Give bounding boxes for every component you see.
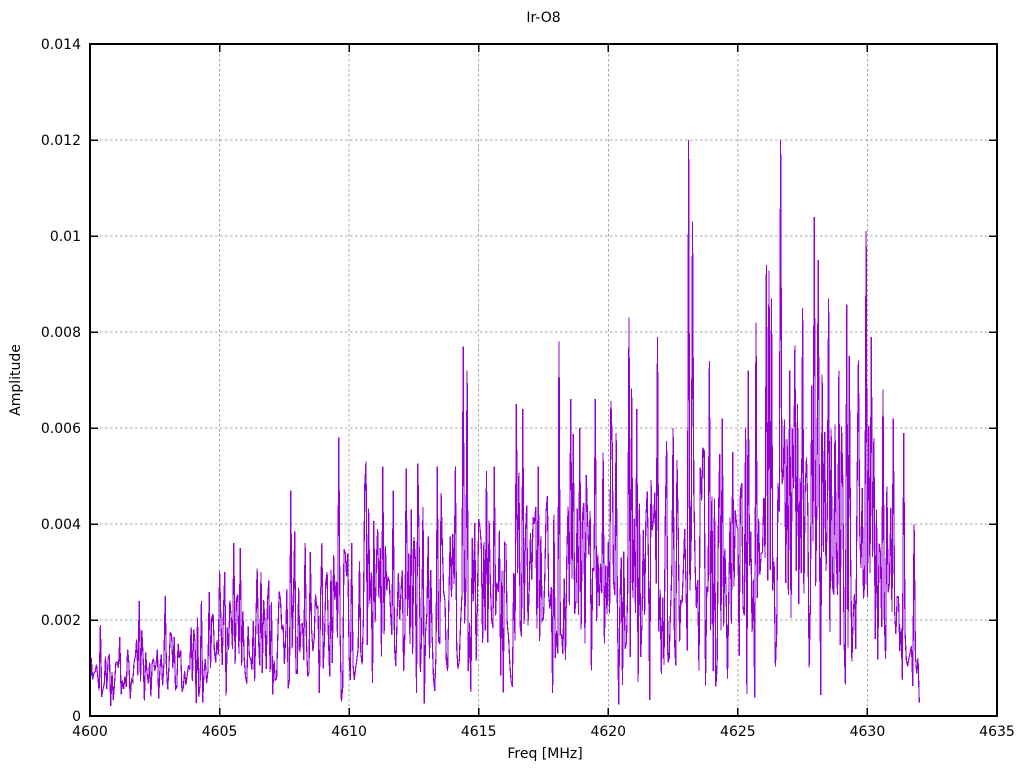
- y-tick-label: 0.014: [41, 37, 81, 53]
- y-tick-label: 0.004: [41, 517, 81, 533]
- y-tick-label: 0.008: [41, 325, 81, 341]
- y-tick-label: 0.01: [50, 229, 81, 245]
- x-tick-label: 4605: [202, 724, 238, 740]
- y-tick-label: 0: [72, 709, 81, 725]
- x-tick-label: 4615: [461, 724, 497, 740]
- chart-title: Ir-O8: [526, 10, 561, 26]
- y-tick-label: 0.002: [41, 613, 81, 629]
- plot-canvas: 4600 4605 4610 4615 4620 4625 4630 4635 0 0.002 0.…: [41, 37, 1015, 740]
- x-tick-label: 4625: [720, 724, 756, 740]
- chart-page: Ir-O8 Amplitude Freq [MHz] 4600 4605 4610 4…: [0, 0, 1024, 768]
- x-tick-label: 4630: [850, 724, 886, 740]
- x-axis-label: Freq [MHz]: [507, 746, 583, 762]
- y-tick-label: 0.012: [41, 133, 81, 149]
- x-tick-label: 4620: [590, 724, 626, 740]
- spectrum-line: [89, 139, 920, 707]
- x-tick-label: 4610: [331, 724, 367, 740]
- x-tick-label: 4635: [979, 724, 1015, 740]
- y-tick-label: 0.006: [41, 421, 81, 437]
- x-tick-label: 4600: [72, 724, 108, 740]
- y-axis-label: Amplitude: [8, 344, 24, 416]
